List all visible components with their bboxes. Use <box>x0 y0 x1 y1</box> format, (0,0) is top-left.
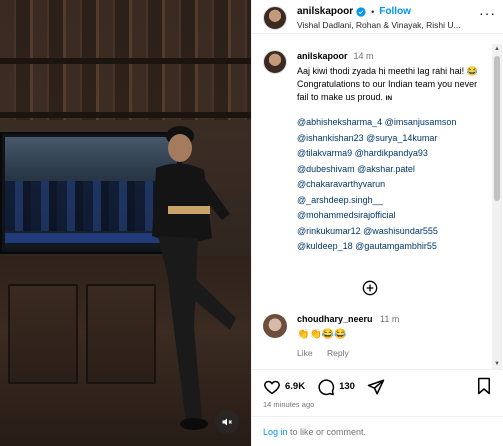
post-actions-bar: 6.9K 130 <box>252 369 503 399</box>
speaker-muted-icon <box>222 418 232 426</box>
caption-language-tag: IN <box>385 95 393 102</box>
shelf-board <box>0 58 251 64</box>
comment-count: 130 <box>339 381 355 392</box>
mention-line[interactable]: @dubeshivam @akshar.patel <box>297 162 487 178</box>
login-prompt-text: to like or comment. <box>287 427 367 437</box>
comment-item: choudhary_neeru 11 m 👏👏😂😂 Like Reply <box>263 314 488 358</box>
scrollbar-thumb[interactable] <box>494 56 500 201</box>
login-link[interactable]: Log in <box>263 427 288 437</box>
author-username[interactable]: anilskapoor <box>297 6 353 17</box>
caption-username[interactable]: anilskapoor <box>297 50 348 63</box>
comment-time: 11 m <box>380 314 400 324</box>
caption-text: Aaj kiwi thodi zyada hi meethi lag rahi … <box>297 65 487 105</box>
comment-text: 👏👏😂😂 <box>297 329 347 340</box>
bookmark-icon <box>478 377 490 395</box>
mentions-list: @abhisheksharma_4 @imsanjusamson @ishank… <box>297 115 487 255</box>
load-more-comments-icon[interactable] <box>362 280 378 296</box>
mention-line[interactable]: @chakaravarthyvarun <box>297 177 487 193</box>
post-details-panel: anilskapoor • Follow Vishal Dadlani, Roh… <box>251 0 503 446</box>
follow-button[interactable]: Follow <box>379 6 411 17</box>
like-button[interactable]: 6.9K <box>263 378 305 396</box>
separator-dot: • <box>371 6 375 17</box>
post-video[interactable] <box>0 0 251 446</box>
mention-line[interactable]: @kuldeep_18 @gautamgambhir55 <box>297 239 487 255</box>
mention-line[interactable]: @abhisheksharma_4 @imsanjusamson <box>297 115 487 131</box>
post-timestamp: 14 minutes ago <box>263 400 315 409</box>
caption: anilskapoor 14 m Aaj kiwi thodi zyada hi… <box>252 44 490 255</box>
mention-line[interactable]: @mohammedsirajofficial <box>297 208 487 224</box>
mention-line[interactable]: @tilakvarma9 @hardikpandya93 <box>297 146 487 162</box>
commenter-username[interactable]: choudhary_neeru <box>297 314 373 324</box>
cabinet-door <box>8 284 78 384</box>
comment-button[interactable]: 130 <box>317 378 355 396</box>
heart-icon <box>264 380 280 394</box>
like-count: 6.9K <box>285 381 306 392</box>
author-avatar[interactable] <box>263 6 287 30</box>
save-button[interactable] <box>476 377 492 397</box>
comment-reply-button[interactable]: Reply <box>327 348 349 358</box>
mention-line[interactable]: @_arshdeep.singh__ <box>297 193 487 209</box>
mention-line[interactable]: @ishankishan23 @surya_14kumar <box>297 131 487 147</box>
mention-line[interactable]: @rinkukumar12 @washisundar555 <box>297 224 487 240</box>
comment-bubble-icon <box>318 378 335 395</box>
send-icon <box>367 379 385 394</box>
comments-scroll-area[interactable]: anilskapoor 14 m Aaj kiwi thodi zyada hi… <box>252 44 490 369</box>
person-figure <box>152 126 236 430</box>
post-header: anilskapoor • Follow Vishal Dadlani, Roh… <box>252 0 503 34</box>
login-prompt: Log in to like or comment. <box>252 416 503 446</box>
scroll-up-arrow-icon[interactable]: ▲ <box>492 44 502 54</box>
vertical-scrollbar[interactable]: ▲ ▼ <box>492 44 502 369</box>
commenter-avatar[interactable] <box>263 314 287 338</box>
mute-button[interactable] <box>215 410 239 434</box>
more-options-button[interactable]: ··· <box>479 6 496 20</box>
comment-like-button[interactable]: Like <box>297 348 313 358</box>
collaborators-line[interactable]: Vishal Dadlani, Rohan & Vinayak, Rishi U… <box>297 20 487 30</box>
caption-time: 14 m <box>353 51 374 61</box>
caption-avatar[interactable] <box>263 50 287 74</box>
share-button[interactable] <box>367 378 385 396</box>
verified-badge-icon <box>356 6 366 17</box>
scroll-down-arrow-icon[interactable]: ▼ <box>492 359 502 369</box>
